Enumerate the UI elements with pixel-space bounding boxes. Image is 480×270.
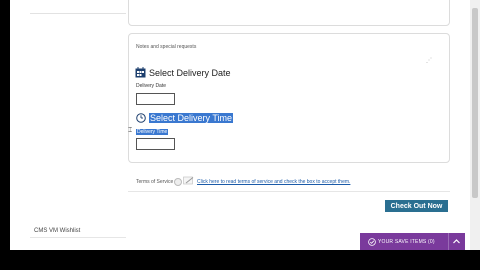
wishlist-title: CMS VM Wishlist bbox=[34, 228, 81, 234]
textarea-resize-grip[interactable]: ⋰ bbox=[426, 58, 432, 64]
terms-divider bbox=[128, 191, 450, 192]
save-items-bar[interactable]: YOUR SAVE ITEMS (0) bbox=[360, 233, 465, 250]
delivery-date-label: Delivery Date bbox=[136, 83, 167, 89]
notes-label: Notes and special requests bbox=[136, 44, 197, 50]
sidebar-divider bbox=[30, 13, 126, 14]
delivery-date-input[interactable] bbox=[136, 93, 175, 105]
pencil-icon bbox=[183, 176, 194, 185]
terms-checkbox[interactable] bbox=[174, 178, 182, 186]
save-items-label: YOUR SAVE ITEMS (0) bbox=[378, 238, 435, 245]
calendar-icon bbox=[135, 67, 146, 78]
page-content: Notes and special requests ⋰ Select Deli… bbox=[10, 0, 470, 250]
cursor-icon: ⌶ bbox=[128, 127, 133, 134]
wishlist-divider bbox=[30, 237, 126, 238]
delivery-time-input[interactable] bbox=[136, 138, 175, 150]
scrollbar-thumb[interactable] bbox=[472, 8, 478, 198]
terms-link[interactable]: Click here to read terms of service and … bbox=[197, 179, 350, 185]
terms-label: Terms of Service bbox=[136, 179, 174, 185]
delivery-form-panel bbox=[128, 33, 450, 163]
chevron-up-icon[interactable] bbox=[452, 237, 461, 246]
clock-icon bbox=[136, 113, 146, 123]
delivery-date-heading: Select Delivery Date bbox=[149, 68, 231, 78]
save-bar-separator bbox=[448, 233, 449, 250]
check-out-button[interactable]: Check Out Now bbox=[385, 200, 448, 212]
delivery-time-heading: Select Delivery Time bbox=[149, 113, 234, 123]
check-circle-icon bbox=[368, 237, 376, 246]
cart-panel-top bbox=[128, 0, 450, 26]
delivery-time-label: Delivery Time bbox=[136, 129, 169, 135]
